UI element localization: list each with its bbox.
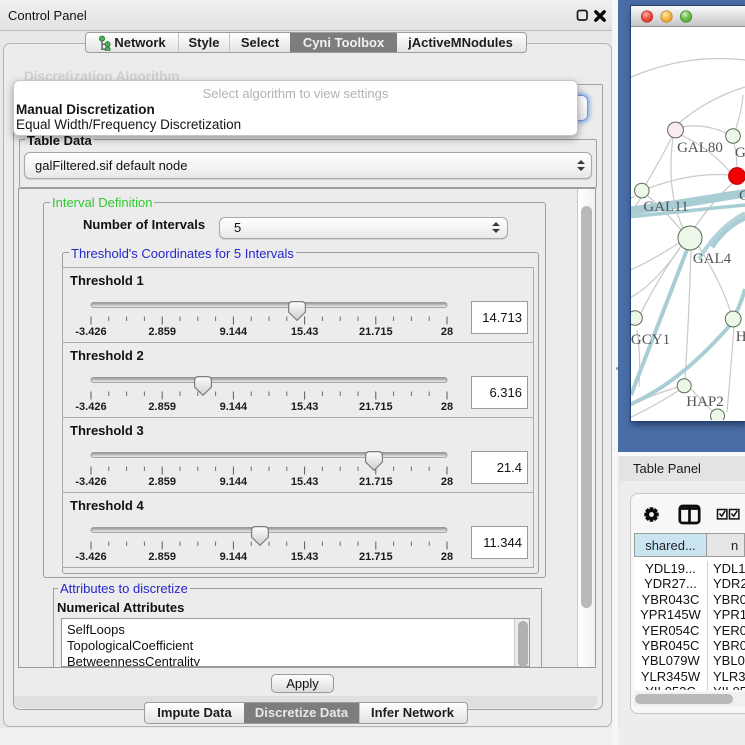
svg-text:15.43: 15.43	[291, 326, 319, 338]
svg-text:GCY1: GCY1	[631, 332, 670, 348]
svg-text:9.144: 9.144	[220, 476, 248, 488]
svg-text:28: 28	[441, 476, 453, 488]
svg-text:2.859: 2.859	[148, 326, 176, 338]
svg-text:21.715: 21.715	[359, 326, 393, 338]
svg-text:HAP2: HAP2	[686, 394, 724, 410]
svg-text:9.144: 9.144	[220, 326, 248, 338]
svg-text:-3.426: -3.426	[75, 476, 106, 488]
svg-text:2.859: 2.859	[148, 551, 176, 563]
svg-text:21.715: 21.715	[359, 551, 393, 563]
svg-text:15.43: 15.43	[291, 401, 319, 413]
svg-text:28: 28	[441, 401, 453, 413]
svg-text:28: 28	[441, 326, 453, 338]
svg-text:2.859: 2.859	[148, 476, 176, 488]
svg-text:-3.426: -3.426	[75, 401, 106, 413]
svg-text:2.859: 2.859	[148, 401, 176, 413]
svg-text:21.715: 21.715	[359, 401, 393, 413]
svg-text:C: C	[739, 188, 745, 204]
svg-text:15.43: 15.43	[291, 476, 319, 488]
svg-text:G.: G.	[735, 145, 745, 161]
svg-text:28: 28	[441, 551, 453, 563]
svg-text:21.715: 21.715	[359, 476, 393, 488]
svg-text:15.43: 15.43	[291, 551, 319, 563]
svg-text:9.144: 9.144	[220, 551, 248, 563]
svg-text:H: H	[736, 329, 745, 345]
svg-text:GAL11: GAL11	[643, 199, 688, 215]
svg-text:-3.426: -3.426	[75, 326, 106, 338]
svg-text:GAL4: GAL4	[693, 251, 732, 267]
svg-text:9.144: 9.144	[220, 401, 248, 413]
svg-text:GAL80: GAL80	[677, 140, 723, 156]
svg-text:-3.426: -3.426	[75, 551, 106, 563]
